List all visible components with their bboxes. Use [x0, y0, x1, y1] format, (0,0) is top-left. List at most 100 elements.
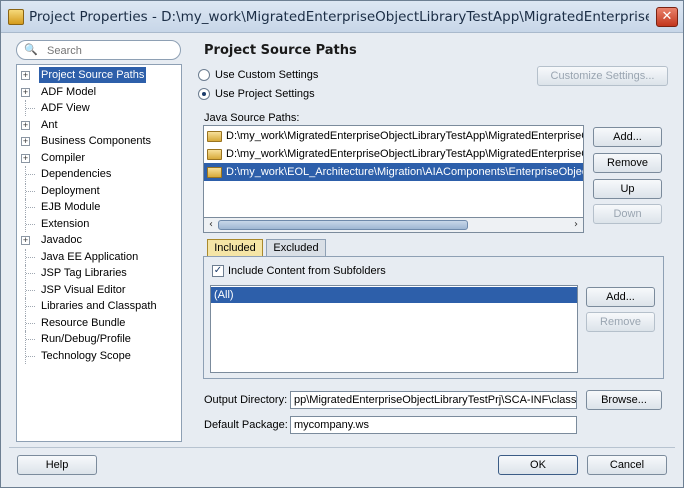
use-project-settings-radio[interactable]: Use Project Settings — [198, 86, 398, 102]
expand-icon[interactable]: + — [21, 71, 30, 80]
expand-icon[interactable]: + — [21, 153, 30, 163]
tree-item[interactable]: + Compiler — [17, 150, 181, 166]
category-tree[interactable]: + Project Source Paths + ADF Model ADF View +… — [16, 64, 182, 442]
tree-item[interactable]: Deployment — [17, 182, 181, 199]
expand-icon[interactable]: + — [21, 87, 30, 97]
tree-item[interactable]: JSP Visual Editor — [17, 281, 181, 298]
window-title: Project Properties - D:\my_work\Migrated… — [29, 9, 649, 25]
tree-item[interactable]: EJB Module — [17, 199, 181, 215]
radio-selected-icon — [198, 88, 210, 100]
browse-button[interactable]: Browse... — [586, 390, 662, 410]
scroll-right-icon[interactable]: › — [570, 219, 582, 231]
output-directory-field[interactable]: pp\MigratedEnterpriseObjectLibraryTestPr… — [290, 391, 577, 409]
default-package-label: Default Package: — [204, 419, 288, 431]
help-button[interactable]: Help — [17, 455, 97, 475]
tree-item[interactable]: + Ant — [17, 117, 181, 133]
tree-item-label: Project Source Paths — [39, 67, 147, 83]
tree-item-label: JSP Tag Libraries — [41, 267, 127, 279]
tree-connector-icon — [25, 265, 35, 281]
tree-item-label: ADF Model — [41, 85, 97, 98]
tree-item[interactable]: Resource Bundle — [17, 314, 181, 331]
project-properties-dialog: Project Properties - D:\my_work\Migrated… — [0, 0, 684, 488]
output-directory-label: Output Directory: — [204, 394, 288, 406]
source-path-text: D:\my_work\MigratedEnterpriseObjectLibra… — [226, 148, 583, 160]
horizontal-scrollbar[interactable]: ‹ › — [203, 217, 584, 233]
remove-include-button[interactable]: Remove — [586, 312, 655, 332]
folder-icon — [207, 167, 222, 178]
tree-item-label: ADF View — [41, 102, 90, 114]
tree-item[interactable]: + Project Source Paths — [17, 67, 181, 83]
tree-item-label: Technology Scope — [41, 349, 131, 362]
expand-icon[interactable]: + — [21, 236, 30, 245]
tree-item-label: Run/Debug/Profile — [41, 333, 131, 345]
tree-item-label: Business Components — [41, 135, 152, 147]
source-path-row[interactable]: D:\my_work\MigratedEnterpriseObjectLibra… — [204, 145, 583, 163]
tree-connector-icon — [25, 281, 35, 298]
tree-connector-icon — [25, 166, 35, 182]
tree-item[interactable]: Dependencies — [17, 166, 181, 182]
tree-item[interactable]: ADF View — [17, 100, 181, 116]
binoculars-icon: 🔍 — [24, 43, 38, 56]
tree-item-label: Resource Bundle — [41, 316, 126, 329]
source-path-row[interactable]: D:\my_work\EOL_Architecture\Migration\AI… — [204, 163, 583, 181]
panel-title: Project Source Paths — [204, 43, 357, 58]
tree-item-label: Java EE Application — [41, 250, 139, 263]
folder-icon — [207, 131, 222, 142]
include-subfolders-label: Include Content from Subfolders — [228, 265, 386, 277]
scroll-left-icon[interactable]: ‹ — [205, 219, 217, 231]
title-bar: Project Properties - D:\my_work\Migrated… — [1, 1, 683, 33]
tree-item-label: EJB Module — [41, 201, 101, 213]
search-input[interactable] — [47, 43, 175, 58]
tree-item-label: Javadoc — [41, 234, 82, 246]
cancel-button[interactable]: Cancel — [587, 455, 667, 475]
add-include-button[interactable]: Add... — [586, 287, 655, 307]
included-list[interactable]: (All) — [210, 285, 578, 373]
tree-item[interactable]: Technology Scope — [17, 347, 181, 364]
tree-connector-icon — [25, 331, 35, 347]
ok-button[interactable]: OK — [498, 455, 578, 475]
tree-item-label: Extension — [41, 217, 90, 230]
scroll-thumb[interactable] — [218, 220, 468, 230]
source-path-row[interactable]: D:\my_work\MigratedEnterpriseObjectLibra… — [204, 127, 583, 145]
expand-icon[interactable]: + — [21, 120, 30, 130]
tree-item-label: JSP Visual Editor — [41, 283, 126, 296]
tree-item-label: Deployment — [41, 184, 100, 197]
default-package-field[interactable]: mycompany.ws — [290, 416, 577, 434]
tree-connector-icon — [25, 298, 35, 314]
tab-excluded[interactable]: Excluded — [266, 239, 326, 257]
close-icon[interactable]: ✕ — [656, 7, 678, 27]
tree-item[interactable]: Extension — [17, 215, 181, 232]
source-path-text: D:\my_work\MigratedEnterpriseObjectLibra… — [226, 130, 583, 142]
tree-item-label: Ant — [41, 118, 58, 131]
tree-item-label: Dependencies — [41, 168, 112, 180]
radio-label: Use Custom Settings — [215, 69, 319, 81]
footer-divider — [9, 447, 675, 448]
tree-item[interactable]: Run/Debug/Profile — [17, 331, 181, 347]
remove-path-button[interactable]: Remove — [593, 153, 662, 173]
customize-settings-button[interactable]: Customize Settings... — [537, 66, 668, 86]
tree-item[interactable]: + Business Components — [17, 133, 181, 149]
tree-connector-icon — [25, 248, 35, 265]
included-item[interactable]: (All) — [211, 287, 577, 303]
tab-included[interactable]: Included — [207, 239, 263, 257]
folder-icon — [207, 149, 222, 160]
tree-connector-icon — [25, 182, 35, 199]
up-button[interactable]: Up — [593, 179, 662, 199]
expand-icon[interactable]: + — [21, 137, 30, 146]
tree-item[interactable]: + Javadoc — [17, 232, 181, 248]
tree-connector-icon — [25, 100, 35, 116]
search-field[interactable]: 🔍 — [16, 40, 181, 60]
add-path-button[interactable]: Add... — [593, 127, 662, 147]
tree-item[interactable]: + ADF Model — [17, 84, 181, 100]
tree-connector-icon — [25, 199, 35, 215]
tree-item[interactable]: Libraries and Classpath — [17, 298, 181, 314]
app-icon — [8, 9, 24, 25]
down-button[interactable]: Down — [593, 204, 662, 224]
java-source-paths-label: Java Source Paths: — [204, 112, 300, 124]
tree-item[interactable]: Java EE Application — [17, 248, 181, 265]
tree-connector-icon — [25, 347, 35, 364]
radio-button-icon — [198, 69, 210, 81]
tree-item[interactable]: JSP Tag Libraries — [17, 265, 181, 281]
include-subfolders-checkbox[interactable]: ✓ — [212, 265, 224, 277]
use-custom-settings-radio[interactable]: Use Custom Settings — [198, 67, 398, 83]
